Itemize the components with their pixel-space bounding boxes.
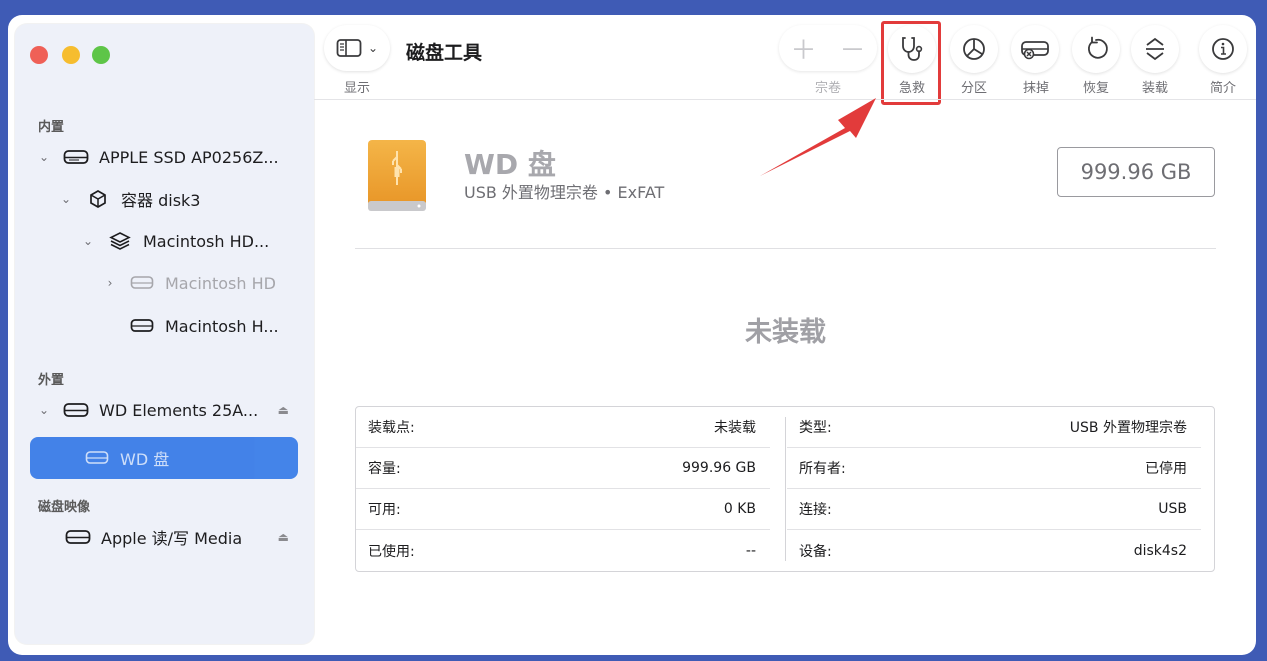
- annotation-arrow: [760, 98, 876, 176]
